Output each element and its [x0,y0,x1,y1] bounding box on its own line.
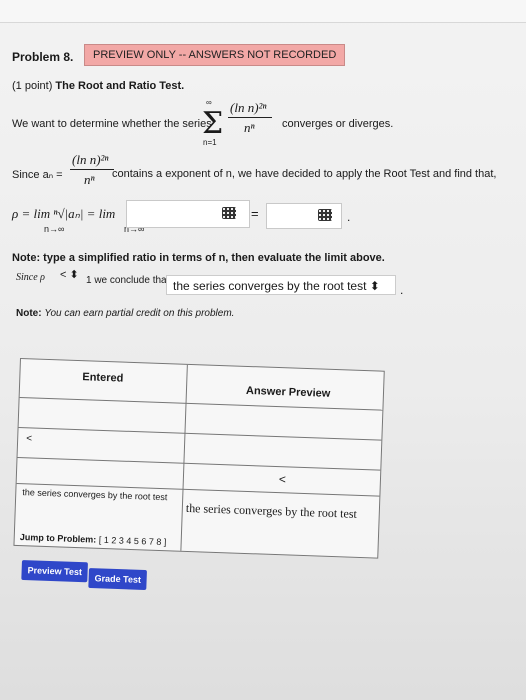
note-text: You can earn partial credit on this prob… [44,308,235,319]
problem-links[interactable]: 1 2 3 4 5 6 7 8 [104,535,162,547]
since-rho-label: Since ρ [16,272,45,283]
sigma-symbol: Σ [202,106,224,141]
preview-only-badge: PREVIEW ONLY -- ANSWERS NOT RECORDED [84,44,346,66]
jump-close-bracket: ] [163,537,167,548]
problem-title: Problem 8. [12,50,74,64]
period: . [400,283,404,297]
top-bar [0,0,526,23]
an-denominator: nⁿ [84,172,95,187]
period: . [347,210,351,224]
preview-test-button[interactable]: Preview Test [21,560,89,583]
row-divider [18,426,382,441]
sigma-lower-limit: n=1 [203,138,217,147]
answer-preview-header: Answer Preview [245,384,331,400]
rho-limit-expression: ρ = lim ⁿ√|aₙ| = lim [12,206,116,221]
entered-cell: the series converges by the root test [22,487,168,503]
series-numerator: (ln n)²ⁿ [230,100,267,115]
since-an-label: Since aₙ = [12,169,63,181]
preview-cell: the series converges by the root test [185,500,358,521]
points-line: (1 point) The Root and Ratio Test. [12,80,184,92]
jump-open-bracket: [ [98,534,102,545]
equation-editor-icon[interactable] [318,209,332,221]
limit-subscript-1: n→∞ [44,224,65,234]
webwork-page: Problem 8. PREVIEW ONLY -- ANSWERS NOT R… [0,0,526,700]
fraction-bar [228,117,272,118]
series-denominator: nⁿ [244,120,255,135]
comparison-select[interactable]: < ⬍ [60,268,88,284]
points-label: (1 point) [12,80,53,92]
note-simplified-ratio: Note: type a simplified ratio in terms o… [12,252,385,264]
preview-cell: < [278,472,287,487]
entered-cell: < [25,433,33,445]
conclusion-select[interactable]: the series converges by the root test ⬍ [166,275,396,295]
row-divider [17,456,381,471]
root-test-explanation: contains a exponent of n, we have decide… [112,168,497,180]
an-numerator: (ln n)²ⁿ [72,152,109,167]
equation-editor-icon[interactable] [222,207,236,219]
series-intro: We want to determine whether the series [12,118,212,130]
conclude-text: 1 we conclude that [86,275,170,286]
column-divider [180,364,188,551]
series-tail: converges or diverges. [282,118,394,130]
comparison-value: < [60,269,67,281]
entered-header: Entered [82,371,124,385]
an-fraction-bar [70,169,114,170]
results-table: Entered Answer Preview < < the series co… [13,358,385,559]
partial-credit-note: Note: You can earn partial credit on thi… [16,308,234,319]
problem-heading: The Root and Ratio Test. [55,80,185,92]
note-label: Note: [16,308,42,319]
equals-sign: = [251,206,259,221]
grade-test-button[interactable]: Grade Test [88,568,148,591]
